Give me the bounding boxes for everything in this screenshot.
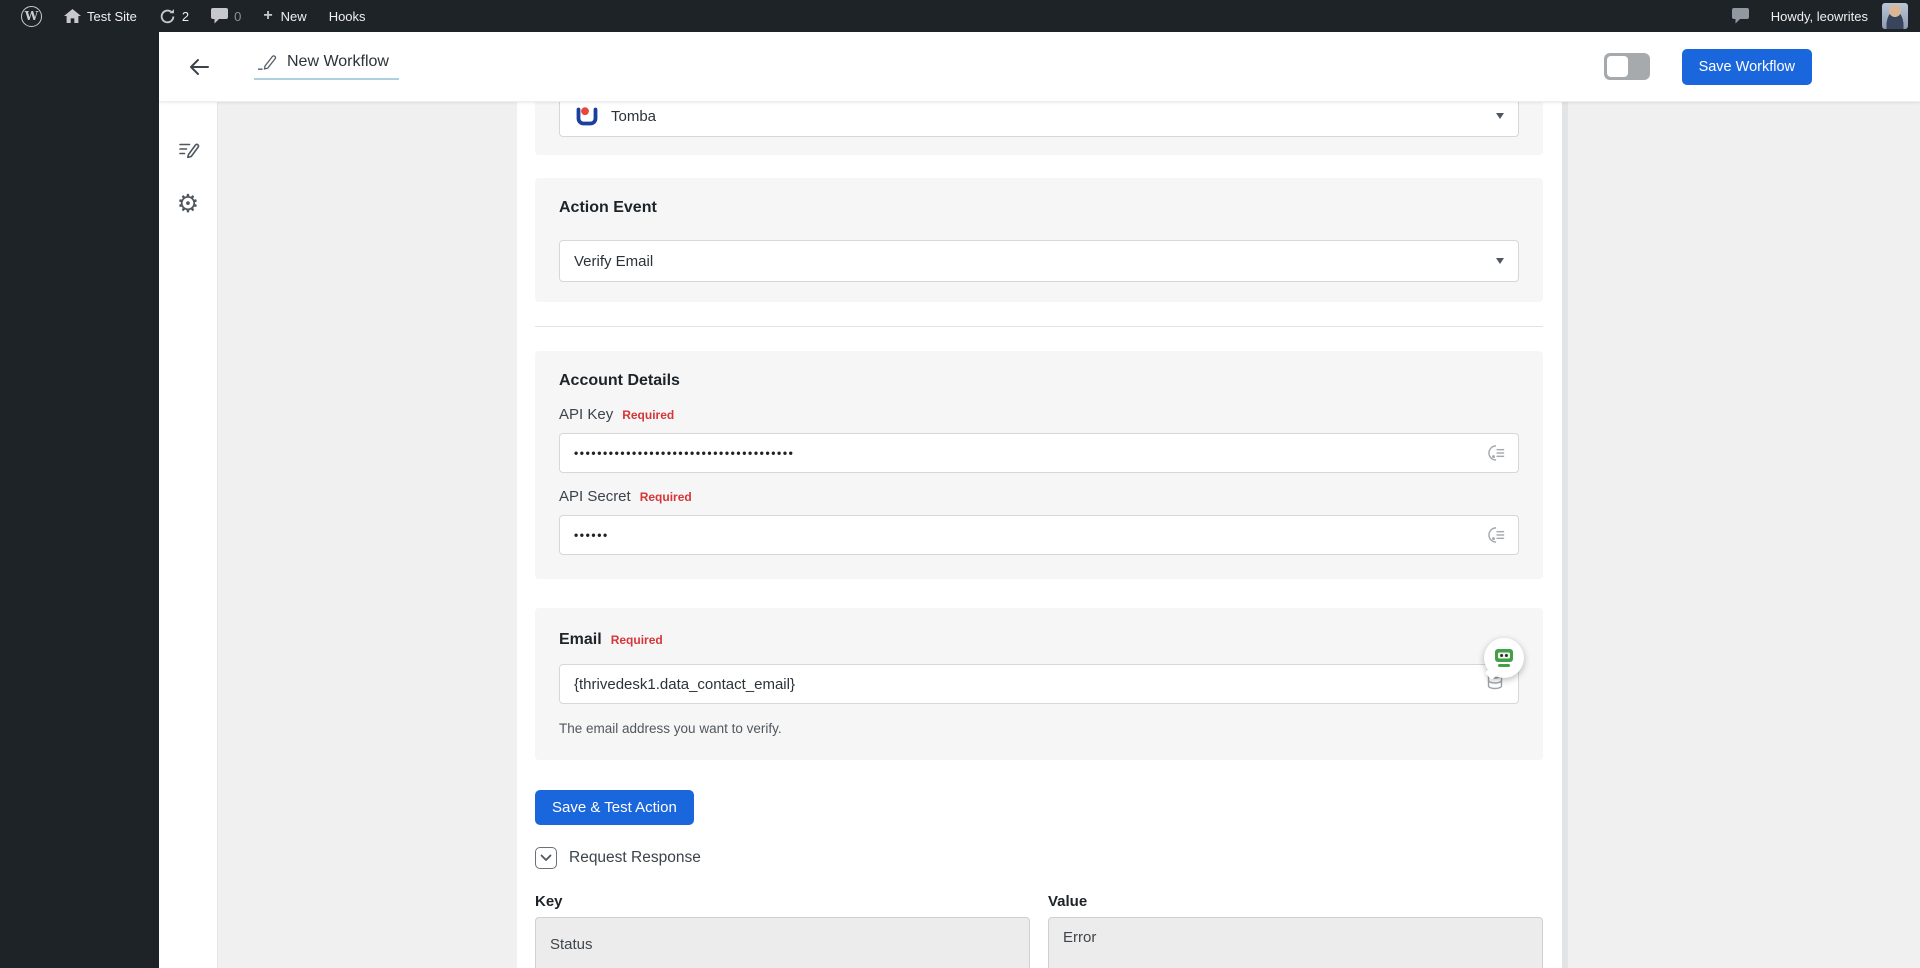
canvas-background	[218, 102, 517, 968]
app-select-value: Tomba	[611, 107, 657, 125]
comments-icon	[211, 8, 229, 24]
back-arrow-icon	[188, 57, 210, 77]
site-name-menu[interactable]: Test Site	[53, 0, 148, 32]
email-value: {thrivedesk1.data_contact_email}	[574, 675, 795, 693]
tomba-logo-icon	[574, 103, 600, 129]
request-response-row: Request Response	[535, 847, 1543, 869]
save-test-action-button[interactable]: Save & Test Action	[535, 790, 694, 825]
api-secret-label: API Secret	[559, 488, 631, 505]
action-event-select[interactable]: Verify Email	[559, 240, 1519, 282]
back-button[interactable]	[182, 51, 216, 83]
updates-icon	[159, 8, 176, 25]
action-settings-panel[interactable]: Tomba Action Event Verify Email Account …	[517, 102, 1562, 968]
wordpress-logo-icon: W	[21, 5, 42, 27]
new-content-menu[interactable]: + New	[252, 0, 317, 32]
response-value-value: Error	[1063, 929, 1097, 946]
updates-count: 2	[181, 8, 190, 24]
email-input[interactable]: {thrivedesk1.data_contact_email}	[559, 638, 1524, 704]
api-secret-input[interactable]: ••••••	[559, 515, 1519, 555]
avatar	[1882, 3, 1908, 29]
value-column-label: Value	[1048, 893, 1088, 910]
autofill-robot-icon[interactable]	[1484, 638, 1524, 678]
smart-tag-icon[interactable]	[1488, 526, 1507, 545]
api-key-input[interactable]: ••••••••••••••••••••••••••••••••••••••	[559, 433, 1519, 473]
workflow-active-toggle[interactable]	[1603, 53, 1650, 80]
plus-icon: +	[263, 7, 273, 24]
email-label: Email	[559, 631, 602, 648]
key-column-label: Key	[535, 893, 563, 910]
response-key-input[interactable]: Status	[535, 917, 1030, 968]
notifications-menu[interactable]	[1721, 0, 1760, 32]
tool-rail: ⚙	[159, 102, 218, 968]
hooks-menu[interactable]: Hooks	[318, 0, 377, 32]
notification-bubble-icon	[1731, 8, 1749, 24]
collapse-toggle[interactable]	[535, 847, 557, 869]
action-event-value: Verify Email	[574, 252, 654, 270]
comments-menu[interactable]: 0	[200, 0, 252, 32]
action-event-card: Action Event Verify Email	[535, 178, 1543, 302]
account-menu[interactable]: Howdy, leowrites	[1760, 0, 1908, 32]
response-map: Key Status Value Error	[535, 893, 1543, 968]
response-key-column: Key Status	[535, 893, 1030, 968]
smart-tag-icon[interactable]	[1488, 444, 1507, 463]
toggle-knob	[1606, 56, 1628, 77]
chevron-down-icon	[540, 854, 552, 861]
new-label: New	[280, 8, 307, 24]
chevron-down-icon	[1496, 113, 1504, 119]
home-icon	[64, 8, 81, 24]
workflow-header: New Workflow Save Workflow	[159, 32, 1920, 102]
right-canvas-background	[1568, 102, 1920, 968]
action-event-heading: Action Event	[559, 199, 657, 216]
workflow-editor: New Workflow Save Workflow ⚙ Tomba Actio…	[159, 32, 1920, 968]
required-badge: Required	[610, 633, 663, 647]
api-secret-masked-value: ••••••	[574, 528, 609, 542]
api-key-masked-value: ••••••••••••••••••••••••••••••••••••••	[574, 446, 795, 460]
wp-admin-bar: W Test Site 2 0 + New Hooks Howdy, leowr…	[0, 0, 1920, 32]
edit-title-icon	[256, 53, 278, 71]
workflow-title-editor[interactable]: New Workflow	[254, 53, 399, 80]
request-response-label: Request Response	[569, 849, 701, 866]
email-field-card: Email Required {thrivedesk1.data_contact…	[535, 608, 1543, 760]
save-workflow-button[interactable]: Save Workflow	[1681, 48, 1812, 85]
edit-note-icon[interactable]	[177, 138, 200, 161]
required-badge: Required	[622, 408, 675, 422]
site-name-label: Test Site	[87, 8, 137, 24]
account-details-heading: Account Details	[559, 372, 680, 389]
response-value-input[interactable]: Error	[1048, 917, 1543, 968]
updates-menu[interactable]: 2	[148, 0, 200, 32]
settings-gear-icon[interactable]: ⚙	[177, 192, 199, 217]
response-key-value: Status	[550, 935, 593, 953]
api-key-label: API Key	[559, 406, 614, 423]
account-details-card: Account Details API Key Required •••••••…	[535, 351, 1543, 579]
workflow-title: New Workflow	[287, 53, 389, 70]
comments-count: 0	[234, 8, 242, 24]
required-badge: Required	[639, 490, 692, 504]
howdy-label: Howdy, leowrites	[1770, 8, 1868, 24]
admin-menu-strip	[0, 32, 159, 968]
chevron-down-icon	[1496, 258, 1504, 264]
wp-logo-menu[interactable]: W	[10, 0, 53, 32]
hooks-label: Hooks	[328, 8, 366, 24]
app-select[interactable]: Tomba	[559, 102, 1519, 137]
app-select-card: Tomba	[535, 102, 1543, 155]
section-divider	[535, 326, 1543, 327]
email-helper-text: The email address you want to verify.	[559, 721, 782, 736]
response-value-column: Value Error	[1048, 893, 1543, 968]
